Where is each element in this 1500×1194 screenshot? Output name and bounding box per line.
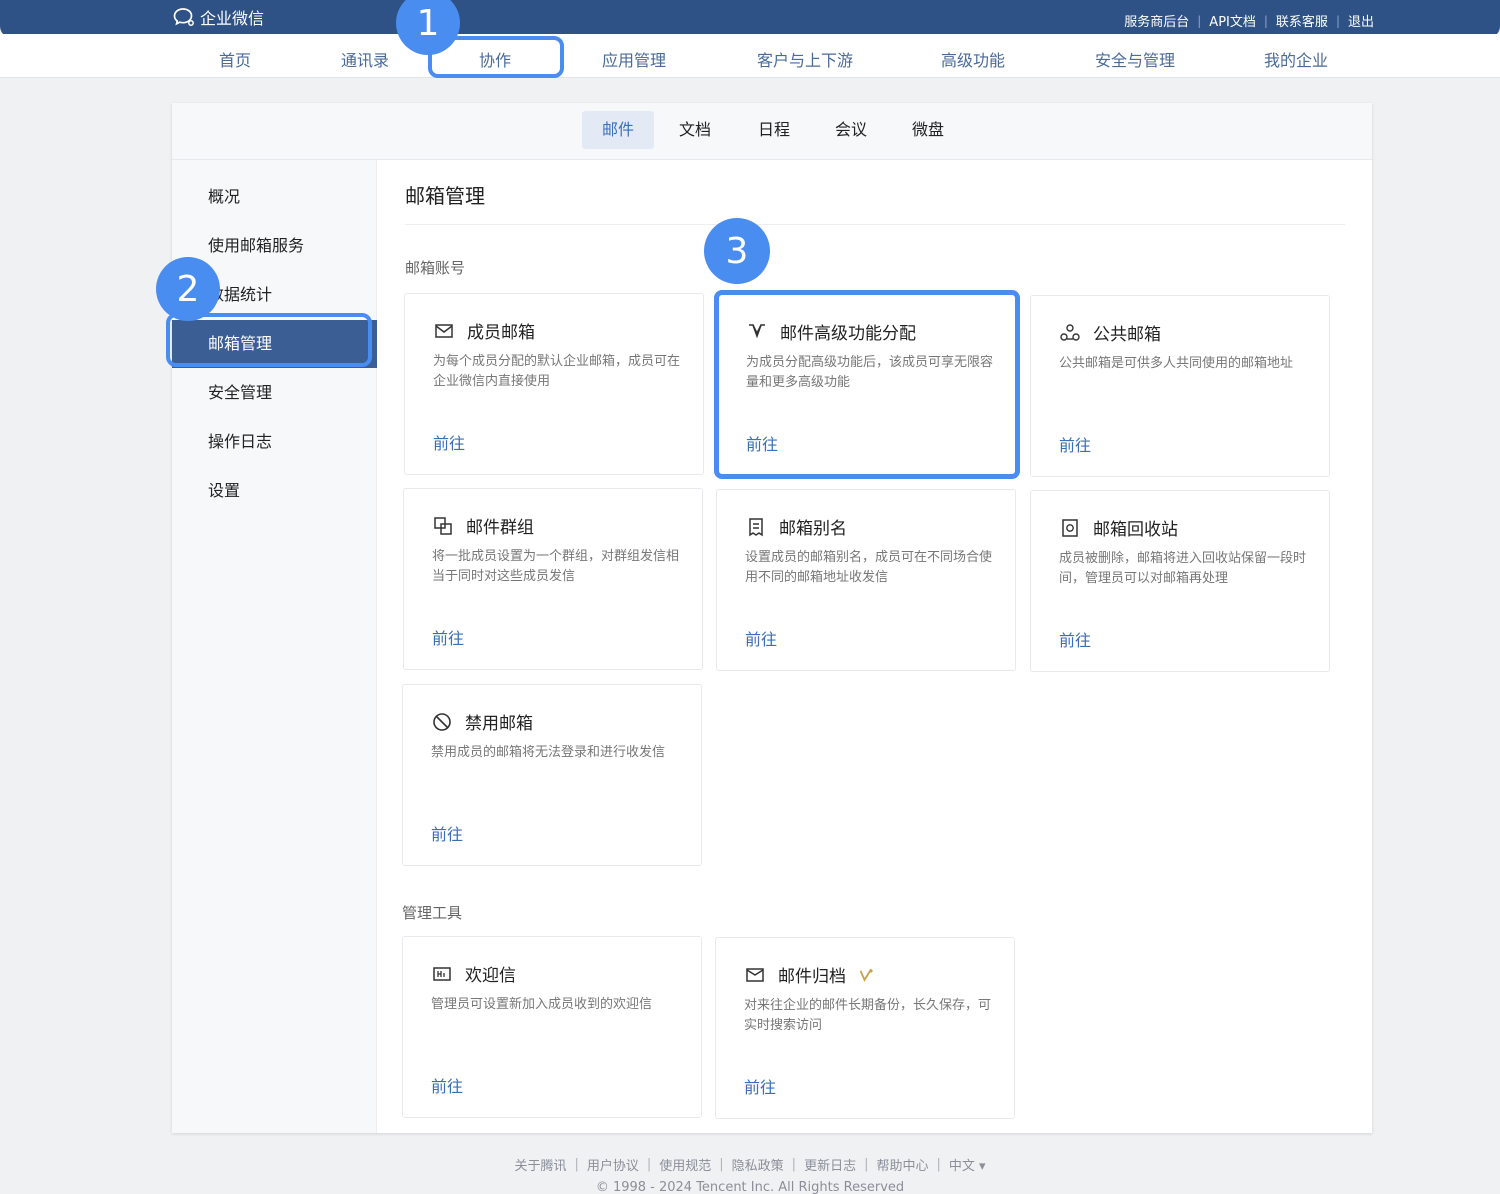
sidebar-item-settings[interactable]: 设置 bbox=[172, 467, 377, 515]
sidebar-item-security[interactable]: 安全管理 bbox=[172, 369, 377, 417]
footer-link[interactable]: 更新日志 bbox=[804, 1155, 856, 1174]
v-badge-icon bbox=[749, 323, 765, 338]
section-accounts-label: 邮箱账号 bbox=[405, 259, 466, 277]
nav-home[interactable]: 首页 bbox=[219, 47, 251, 71]
top-bar: 企业微信 服务商后台 | API文档 | 联系客服 | 退出 bbox=[0, 0, 1500, 38]
recycle-icon bbox=[1062, 518, 1078, 537]
archive-icon bbox=[746, 967, 764, 982]
go-link[interactable]: 前往 bbox=[432, 625, 464, 649]
go-link[interactable]: 前往 bbox=[744, 1074, 776, 1098]
card-mail-archive[interactable]: 邮件归档 对来往企业的邮件长期备份，长久保存，可实时搜索访问 前往 bbox=[715, 937, 1015, 1119]
tab-calendar[interactable]: 日程 bbox=[738, 111, 810, 149]
card-disable-mailbox[interactable]: 禁用邮箱 禁用成员的邮箱将无法登录和进行收发信 前往 bbox=[402, 684, 702, 866]
copyright: © 1998 - 2024 Tencent Inc. All Rights Re… bbox=[595, 1180, 905, 1194]
content-area: 邮箱管理 邮箱账号 成员邮箱 为每个成员分配的默认企业邮箱，成员可在企业微信内直… bbox=[378, 160, 1372, 1133]
app-logo[interactable]: 企业微信 bbox=[172, 5, 264, 29]
tab-mail[interactable]: 邮件 bbox=[582, 111, 655, 149]
go-link[interactable]: 前往 bbox=[1059, 432, 1091, 456]
nav-app-management[interactable]: 应用管理 bbox=[602, 47, 666, 71]
card-title: 邮件归档 bbox=[778, 967, 846, 987]
sidebar-item-logs[interactable]: 操作日志 bbox=[172, 418, 377, 466]
main-panel: 邮件 文档 日程 会议 微盘 概况 使用邮箱服务 数据统计 邮箱管理 安全管理 … bbox=[172, 103, 1372, 1133]
card-recycle-bin[interactable]: 邮箱回收站 成员被删除，邮箱将进入回收站保留一段时间，管理员可以对邮箱再处理 前… bbox=[1030, 490, 1330, 672]
language-select[interactable]: 中文 ▾ bbox=[949, 1155, 986, 1174]
card-title: 成员邮箱 bbox=[467, 323, 535, 343]
group-copy-icon bbox=[434, 516, 452, 535]
document-icon bbox=[749, 517, 763, 536]
footer-link[interactable]: 用户协议 bbox=[587, 1155, 639, 1174]
card-title: 欢迎信 bbox=[465, 966, 516, 986]
sidebar-highlight bbox=[166, 313, 372, 367]
wecom-logo-icon bbox=[173, 8, 194, 26]
card-description: 对来往企业的邮件长期备份，长久保存，可实时搜索访问 bbox=[744, 998, 992, 1033]
footer-link[interactable]: 使用规范 bbox=[659, 1155, 711, 1174]
card-description: 将一批成员设置为一个群组，对群组发信相当于同时对这些成员发信 bbox=[432, 549, 680, 584]
card-description: 公共邮箱是可供多人共同使用的邮箱地址 bbox=[1059, 356, 1294, 371]
sidebar-item-overview[interactable]: 概况 bbox=[172, 173, 377, 221]
card-title: 邮件高级功能分配 bbox=[780, 324, 916, 344]
service-provider-link[interactable]: 服务商后台 bbox=[1124, 11, 1189, 30]
go-link[interactable]: 前往 bbox=[746, 431, 778, 455]
go-link[interactable]: 前往 bbox=[1059, 627, 1091, 651]
card-title: 邮件群组 bbox=[466, 518, 534, 538]
logout-link[interactable]: 退出 bbox=[1348, 11, 1374, 30]
nav-security[interactable]: 安全与管理 bbox=[1095, 47, 1175, 71]
card-mail-alias[interactable]: 邮箱别名 设置成员的邮箱别名，成员可在不同场合使用不同的邮箱地址收发信 前往 bbox=[716, 489, 1016, 671]
app-logo-text: 企业微信 bbox=[200, 9, 265, 28]
card-description: 设置成员的邮箱别名，成员可在不同场合使用不同的邮箱地址收发信 bbox=[745, 550, 993, 585]
nav-advanced[interactable]: 高级功能 bbox=[941, 47, 1005, 71]
envelope-icon bbox=[435, 323, 453, 338]
card-title: 邮箱别名 bbox=[779, 519, 847, 539]
card-title: 邮箱回收站 bbox=[1093, 520, 1178, 540]
card-description: 为每个成员分配的默认企业邮箱，成员可在企业微信内直接使用 bbox=[433, 354, 681, 389]
tab-meeting[interactable]: 会议 bbox=[815, 111, 887, 149]
nav-my-company[interactable]: 我的企业 bbox=[1264, 47, 1328, 71]
main-nav: 首页 通讯录 协作 应用管理 客户与上下游 高级功能 安全与管理 我的企业 bbox=[0, 34, 1500, 78]
ban-icon bbox=[433, 712, 451, 731]
top-links: 服务商后台 | API文档 | 联系客服 | 退出 bbox=[1124, 11, 1374, 31]
go-link[interactable]: 前往 bbox=[433, 430, 465, 454]
card-description: 为成员分配高级功能后，该成员可享无限容量和更多高级功能 bbox=[746, 355, 994, 390]
footer-link[interactable]: 关于腾讯 bbox=[514, 1155, 566, 1174]
card-mail-group[interactable]: 邮件群组 将一批成员设置为一个群组，对群组发信相当于同时对这些成员发信 前往 bbox=[403, 488, 703, 670]
contact-support-link[interactable]: 联系客服 bbox=[1276, 11, 1328, 30]
card-description: 禁用成员的邮箱将无法登录和进行收发信 bbox=[431, 745, 666, 760]
nav-contacts[interactable]: 通讯录 bbox=[341, 47, 389, 71]
footer-link[interactable]: 隐私政策 bbox=[732, 1155, 784, 1174]
page-title: 邮箱管理 bbox=[405, 184, 485, 208]
title-divider bbox=[405, 224, 1345, 225]
step-badge-3: 3 bbox=[704, 218, 770, 284]
nav-customers[interactable]: 客户与上下游 bbox=[757, 47, 853, 71]
hi-icon bbox=[433, 966, 451, 981]
card-description: 成员被删除，邮箱将进入回收站保留一段时间，管理员可以对邮箱再处理 bbox=[1059, 551, 1307, 586]
section-tools-label: 管理工具 bbox=[402, 904, 463, 922]
go-link[interactable]: 前往 bbox=[745, 626, 777, 650]
footer: 关于腾讯 | 用户协议 | 使用规范 | 隐私政策 | 更新日志 | 帮助中心 | 中文 ▾… bbox=[0, 1155, 1500, 1194]
card-description: 管理员可设置新加入成员收到的欢迎信 bbox=[431, 997, 653, 1012]
card-title: 禁用邮箱 bbox=[465, 714, 533, 734]
vip-badge-icon bbox=[859, 967, 874, 982]
card-title: 公共邮箱 bbox=[1093, 325, 1161, 345]
tab-drive[interactable]: 微盘 bbox=[892, 111, 964, 149]
card-advanced-features[interactable]: 邮件高级功能分配 为成员分配高级功能后，该成员可享无限容量和更多高级功能 前往 bbox=[714, 290, 1020, 479]
card-member-mailbox[interactable]: 成员邮箱 为每个成员分配的默认企业邮箱，成员可在企业微信内直接使用 前往 bbox=[404, 293, 704, 475]
sub-nav: 邮件 文档 日程 会议 微盘 bbox=[172, 103, 1372, 160]
step-badge-2: 2 bbox=[156, 257, 220, 321]
tab-docs[interactable]: 文档 bbox=[659, 111, 731, 149]
card-public-mailbox[interactable]: 公共邮箱 公共邮箱是可供多人共同使用的邮箱地址 前往 bbox=[1030, 295, 1330, 477]
card-welcome-letter[interactable]: 欢迎信 管理员可设置新加入成员收到的欢迎信 前往 bbox=[402, 936, 702, 1118]
go-link[interactable]: 前往 bbox=[431, 1073, 463, 1097]
footer-link[interactable]: 帮助中心 bbox=[876, 1155, 928, 1174]
group-icon bbox=[1060, 323, 1080, 341]
go-link[interactable]: 前往 bbox=[431, 821, 463, 845]
api-docs-link[interactable]: API文档 bbox=[1209, 11, 1256, 30]
